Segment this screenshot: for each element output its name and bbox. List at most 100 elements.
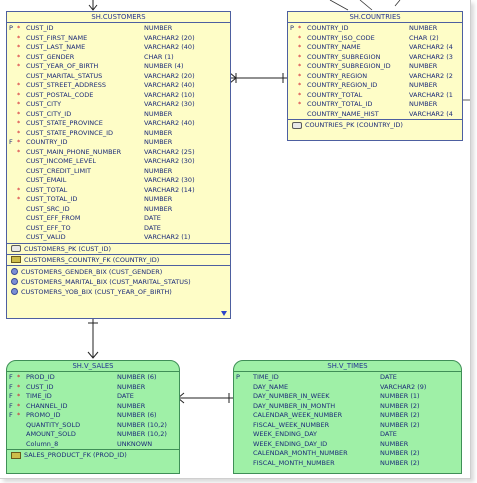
column-row[interactable]: * CUST_STATE_PROVINCE VARCHAR2 (40) <box>7 119 230 129</box>
column-row[interactable]: COUNTRY_NAME_HIST VARCHAR2 (4 <box>288 110 462 120</box>
column-row[interactable]: * COUNTRY_SUBREGION_ID NUMBER <box>288 62 462 72</box>
v-sales-fk[interactable]: SALES_PRODUCT_FK (PROD_ID) <box>7 450 179 460</box>
v-times-title: SH.V_TIMES <box>234 361 461 372</box>
column-row[interactable]: CUST_EFF_FROM DATE <box>7 214 230 224</box>
column-row[interactable]: CALENDAR_WEEK_NUMBER NUMBER (2) <box>234 411 461 421</box>
column-name: FISCAL_MONTH_NUMBER <box>253 458 335 467</box>
column-row[interactable]: F * CUST_ID NUMBER <box>7 383 179 393</box>
customers-index[interactable]: CUSTOMERS_GENDER_BIX (CUST_GENDER) <box>7 267 230 277</box>
column-row[interactable]: * CUST_CITY VARCHAR2 (30) <box>7 100 230 110</box>
column-name: TIME_ID <box>26 392 52 400</box>
column-row[interactable]: * CUST_POSTAL_CODE VARCHAR2 (10) <box>7 91 230 101</box>
customers-index[interactable]: CUSTOMERS_YOB_BIX (CUST_YEAR_OF_BIRTH) <box>7 287 230 297</box>
column-type: CHAR (1) <box>144 52 174 61</box>
column-name: COUNTRY_REGION <box>307 71 368 80</box>
column-row[interactable]: * CUST_LAST_NAME VARCHAR2 (40) <box>7 43 230 53</box>
column-type: NUMBER (1) <box>380 392 420 400</box>
key-icon <box>292 121 302 129</box>
v-sales-table[interactable]: SH.V_SALES F * PROD_ID NUMBER (6) F * CUST_ID N… <box>6 360 180 474</box>
column-name: CUST_TOTAL_ID <box>26 195 78 203</box>
column-row[interactable]: * CUST_FIRST_NAME VARCHAR2 (20) <box>7 34 230 44</box>
customers-title: SH.CUSTOMERS <box>7 12 230 23</box>
column-type: NUMBER (2) <box>380 420 420 429</box>
column-row[interactable]: CALENDAR_MONTH_NUMBER NUMBER (2) <box>234 449 461 459</box>
column-row[interactable]: WEEK_ENDING_DAY DATE <box>234 430 461 440</box>
column-row[interactable]: P * CUST_ID NUMBER <box>7 24 230 34</box>
column-type: NUMBER <box>144 24 173 32</box>
mandatory-marker: * <box>17 62 21 70</box>
column-type: NUMBER <box>144 204 173 213</box>
column-row[interactable]: * CUST_TOTAL_ID NUMBER <box>7 195 230 205</box>
column-row[interactable]: CUST_EMAIL VARCHAR2 (30) <box>7 176 230 186</box>
column-name: COUNTRY_NAME_HIST <box>307 109 379 118</box>
column-row[interactable]: P TIME_ID DATE <box>234 373 461 383</box>
column-row[interactable]: CUST_CREDIT_LIMIT NUMBER <box>7 167 230 177</box>
column-row[interactable]: F * COUNTRY_ID NUMBER <box>7 138 230 148</box>
column-row[interactable]: * COUNTRY_TOTAL VARCHAR2 (1 <box>288 91 462 101</box>
column-row[interactable]: CUST_SRC_ID NUMBER <box>7 205 230 215</box>
column-row[interactable]: FISCAL_MONTH_NUMBER NUMBER (2) <box>234 459 461 469</box>
column-row[interactable]: * COUNTRY_ISO_CODE CHAR (2) <box>288 34 462 44</box>
column-row[interactable]: CUST_INCOME_LEVEL VARCHAR2 (30) <box>7 157 230 167</box>
column-row[interactable]: CUST_VALID VARCHAR2 (1) <box>7 233 230 243</box>
mandatory-marker: * <box>17 195 21 203</box>
customers-fk[interactable]: CUSTOMERS_COUNTRY_FK (COUNTRY_ID) <box>7 255 230 265</box>
column-row[interactable]: * COUNTRY_REGION VARCHAR2 (2 <box>288 72 462 82</box>
column-row[interactable]: WEEK_ENDING_DAY_ID NUMBER <box>234 440 461 450</box>
column-name: CUST_VALID <box>26 233 66 241</box>
column-row[interactable]: * COUNTRY_NAME VARCHAR2 (4 <box>288 43 462 53</box>
column-type: VARCHAR2 (25) <box>144 147 195 156</box>
column-row[interactable]: * COUNTRY_REGION_ID NUMBER <box>288 81 462 91</box>
column-row[interactable]: CUST_EFF_TO DATE <box>7 224 230 234</box>
customers-index[interactable]: CUSTOMERS_MARITAL_BIX (CUST_MARITAL_STAT… <box>7 277 230 287</box>
mandatory-marker: * <box>17 411 21 419</box>
column-row[interactable]: QUANTITY_SOLD NUMBER (10,2) <box>7 421 179 431</box>
column-row[interactable]: * COUNTRY_TOTAL_ID NUMBER <box>288 100 462 110</box>
column-row[interactable]: * CUST_TOTAL VARCHAR2 (14) <box>7 186 230 196</box>
column-row[interactable]: * CUST_STATE_PROVINCE_ID NUMBER <box>7 129 230 139</box>
mandatory-marker: * <box>298 24 302 32</box>
column-name: CUST_STATE_PROVINCE_ID <box>26 128 113 137</box>
column-row[interactable]: DAY_NUMBER_IN_MONTH NUMBER (2) <box>234 402 461 412</box>
column-type: NUMBER <box>144 128 173 137</box>
column-row[interactable]: Column_8 UNKNOWN <box>7 440 179 450</box>
column-row[interactable]: DAY_NAME VARCHAR2 (9) <box>234 383 461 393</box>
column-name: WEEK_ENDING_DAY <box>253 430 317 438</box>
customers-table[interactable]: SH.CUSTOMERS P * CUST_ID NUMBER * CUST_FIRST_… <box>6 11 231 319</box>
column-name: COUNTRY_TOTAL <box>307 90 363 99</box>
mandatory-marker: * <box>17 24 21 32</box>
key-marker: F <box>9 392 13 400</box>
column-name: FISCAL_WEEK_NUMBER <box>253 420 330 429</box>
scroll-down-icon[interactable] <box>221 311 227 316</box>
column-row[interactable]: * CUST_CITY_ID NUMBER <box>7 110 230 120</box>
column-name: DAY_NUMBER_IN_WEEK <box>253 392 330 400</box>
column-name: COUNTRY_SUBREGION <box>307 52 381 61</box>
column-row[interactable]: * CUST_STREET_ADDRESS VARCHAR2 (40) <box>7 81 230 91</box>
countries-pk[interactable]: COUNTRIES_PK (COUNTRY_ID) <box>288 120 462 130</box>
column-type: NUMBER <box>409 100 438 108</box>
column-row[interactable]: P * COUNTRY_ID NUMBER <box>288 24 462 34</box>
column-row[interactable]: F * PROD_ID NUMBER (6) <box>7 373 179 383</box>
column-row[interactable]: * CUST_GENDER CHAR (1) <box>7 53 230 63</box>
mandatory-marker: * <box>298 71 302 80</box>
key-marker: F <box>9 411 13 419</box>
column-row[interactable]: AMOUNT_SOLD NUMBER (10,2) <box>7 430 179 440</box>
column-type: NUMBER (2) <box>380 401 420 410</box>
column-row[interactable]: * CUST_MAIN_PHONE_NUMBER VARCHAR2 (25) <box>7 148 230 158</box>
customers-pk[interactable]: CUSTOMERS_PK (CUST_ID) <box>7 244 230 254</box>
column-name: COUNTRY_ISO_CODE <box>307 33 375 42</box>
mandatory-marker: * <box>298 81 302 89</box>
column-row[interactable]: DAY_NUMBER_IN_WEEK NUMBER (1) <box>234 392 461 402</box>
column-row[interactable]: F * TIME_ID DATE <box>7 392 179 402</box>
column-name: CUST_MARITAL_STATUS <box>26 71 103 80</box>
column-row[interactable]: FISCAL_WEEK_NUMBER NUMBER (2) <box>234 421 461 431</box>
column-name: CUST_CITY <box>26 100 62 108</box>
column-row[interactable]: * COUNTRY_SUBREGION VARCHAR2 (3 <box>288 53 462 63</box>
column-row[interactable]: F * PROMO_ID NUMBER (6) <box>7 411 179 421</box>
column-row[interactable]: * CUST_YEAR_OF_BIRTH NUMBER (4) <box>7 62 230 72</box>
column-row[interactable]: CUST_MARITAL_STATUS VARCHAR2 (20) <box>7 72 230 82</box>
countries-table[interactable]: SH.COUNTRIES P * COUNTRY_ID NUMBER * COUNTRY_… <box>287 11 463 141</box>
column-row[interactable]: F * CHANNEL_ID NUMBER <box>7 402 179 412</box>
column-name: CUST_POSTAL_CODE <box>26 90 94 99</box>
v-times-table[interactable]: SH.V_TIMES P TIME_ID DATE DAY_NAME VARCHAR2 … <box>233 360 462 474</box>
